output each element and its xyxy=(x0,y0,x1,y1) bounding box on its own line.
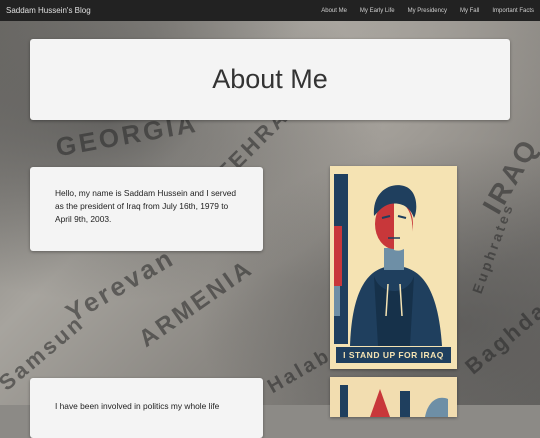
page-title-card: About Me xyxy=(30,39,510,120)
top-navbar: Saddam Hussein's Blog About Me My Early … xyxy=(0,0,540,21)
second-paragraph-text: I have been involved in politics my whol… xyxy=(55,401,220,411)
nav-link-my-presidency[interactable]: My Presidency xyxy=(408,8,447,14)
site-brand[interactable]: Saddam Hussein's Blog xyxy=(0,6,91,15)
second-poster-image xyxy=(330,377,457,417)
intro-text: Hello, my name is Saddam Hussein and I s… xyxy=(55,188,237,224)
poster-caption: I STAND UP FOR IRAQ xyxy=(336,347,451,363)
second-poster-art xyxy=(330,377,457,417)
map-label-halab: Halab xyxy=(263,344,336,398)
page-title: About Me xyxy=(212,64,328,94)
nav-link-about-me[interactable]: About Me xyxy=(321,8,347,14)
nav-link-important-facts[interactable]: Important Facts xyxy=(492,8,534,14)
nav-links: About Me My Early Life My Presidency My … xyxy=(308,8,540,14)
intro-card: Hello, my name is Saddam Hussein and I s… xyxy=(30,167,263,251)
second-paragraph-card: I have been involved in politics my whol… xyxy=(30,378,263,438)
nav-link-my-fall[interactable]: My Fall xyxy=(460,8,479,14)
poster-portrait xyxy=(330,166,457,369)
nav-link-my-early-life[interactable]: My Early Life xyxy=(360,8,395,14)
map-label-baghdad: Baghdad xyxy=(460,286,540,380)
map-label-euphrates: Euphrates xyxy=(468,200,517,296)
stand-up-poster-image: I STAND UP FOR IRAQ xyxy=(330,166,457,369)
